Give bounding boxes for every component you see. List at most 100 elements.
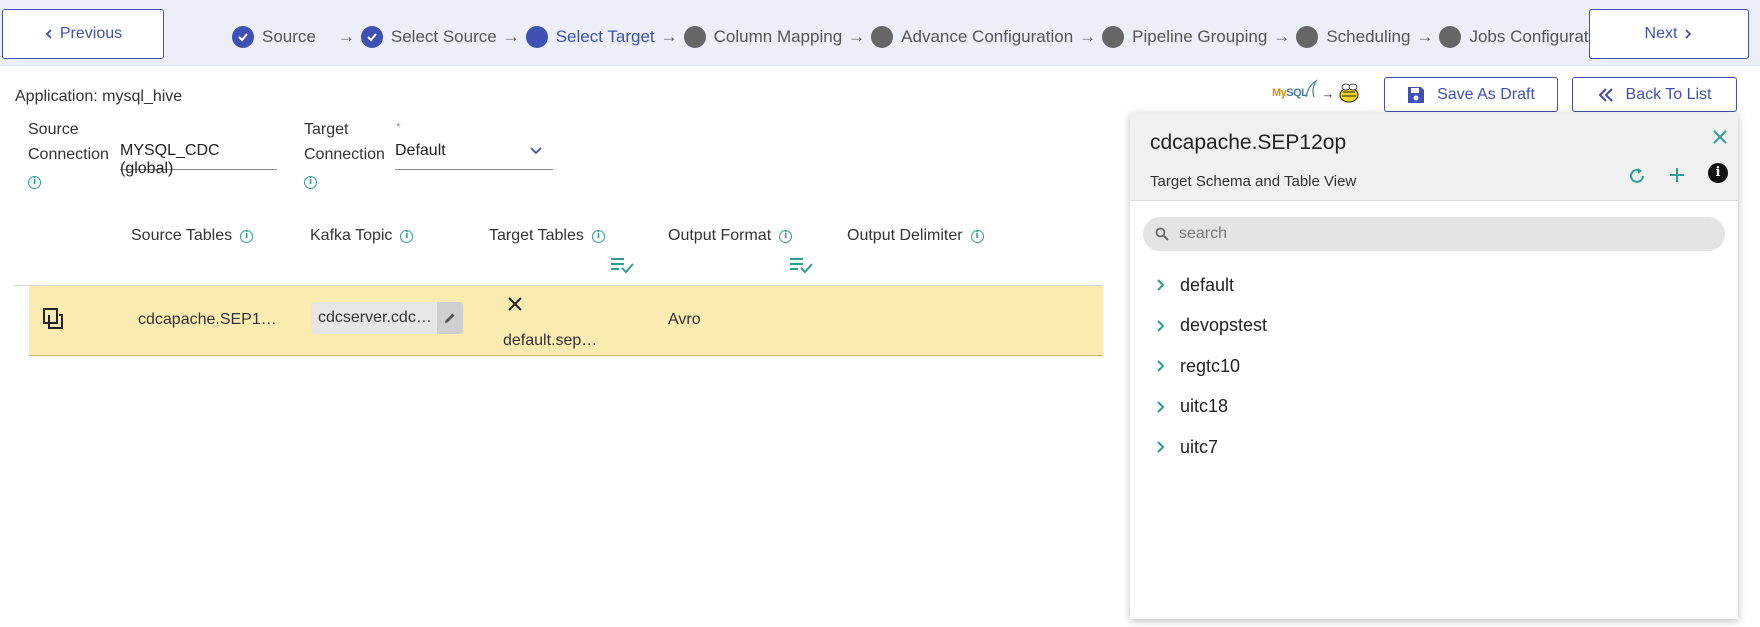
save-as-draft-button[interactable]: Save As Draft — [1384, 77, 1558, 112]
source-connection-label: Source Connection i — [28, 117, 109, 192]
pending-step-dot-icon — [1102, 26, 1125, 48]
arrow-right-icon: → — [660, 27, 678, 46]
source-label-line1: Source — [28, 121, 79, 138]
arrow-right-icon: → — [848, 27, 866, 46]
next-button[interactable]: Next — [1589, 9, 1749, 59]
back-to-list-button[interactable]: Back To List — [1572, 77, 1737, 112]
step-source[interactable]: Source — [232, 26, 316, 48]
header-label: Target Tables — [489, 227, 584, 244]
arrow-right-icon: → — [1079, 27, 1097, 46]
panel-header: cdcapache.SEP12op Target Schema and Tabl… — [1130, 113, 1738, 201]
source-label-line2: Connection — [28, 146, 109, 163]
schema-search[interactable] — [1143, 217, 1725, 251]
arrow-right-icon: → — [337, 27, 355, 46]
info-icon[interactable]: i — [1708, 163, 1728, 183]
table-row[interactable]: cdcapache.SEP1… cdcserver.cdc… default.s… — [29, 286, 1103, 356]
tree-item-uitc18[interactable]: uitc18 — [1156, 387, 1267, 428]
info-icon[interactable]: i — [240, 229, 254, 243]
tree-item-regtc10[interactable]: regtc10 — [1156, 346, 1267, 387]
arrow-right-icon: → — [1416, 27, 1434, 46]
info-icon[interactable]: i — [400, 229, 414, 243]
check-circle-icon — [232, 26, 254, 48]
chevron-right-icon — [1157, 320, 1165, 332]
previous-label: Previous — [59, 25, 123, 42]
bulk-apply-icon[interactable] — [789, 256, 813, 274]
step-select-target[interactable]: Select Target — [525, 26, 655, 48]
step-label: Advance Configuration — [901, 27, 1074, 46]
kafka-topic-chip[interactable]: cdcserver.cdc… — [311, 302, 464, 334]
step-label: Scheduling — [1326, 27, 1411, 46]
required-marker: * — [396, 120, 401, 134]
output-format-cell: Avro — [668, 311, 701, 328]
panel-subtitle: Target Schema and Table View — [1150, 173, 1357, 190]
header-output-delimiter: Output Delimiter i — [847, 227, 984, 245]
target-table-cell[interactable]: default.sep… — [503, 332, 597, 350]
step-label: Column Mapping — [713, 27, 843, 46]
chevron-right-icon — [1157, 441, 1165, 453]
schema-tree: default devopstest regtc10 uitc18 uitc7 — [1156, 265, 1267, 468]
save-as-draft-label: Save As Draft — [1437, 85, 1535, 103]
save-icon — [1408, 86, 1425, 103]
step-jobs-configuration[interactable]: Jobs Configuration — [1439, 26, 1611, 48]
tree-item-label: devopstest — [1180, 315, 1268, 336]
header-label: Source Tables — [131, 227, 233, 244]
arrow-right-icon: → — [1273, 27, 1291, 46]
step-pipeline-grouping[interactable]: Pipeline Grouping — [1102, 26, 1267, 48]
refresh-icon[interactable] — [1627, 166, 1647, 186]
arrow-right-icon: → — [1321, 85, 1335, 101]
tree-item-label: uitc18 — [1180, 396, 1229, 417]
search-input[interactable] — [1179, 225, 1699, 243]
search-icon — [1155, 227, 1169, 241]
target-connection-label: Target Connection i — [304, 117, 385, 192]
info-icon[interactable]: i — [591, 229, 605, 243]
tree-item-default[interactable]: default — [1156, 265, 1267, 306]
copy-icon[interactable] — [42, 307, 64, 331]
info-icon[interactable]: i — [304, 176, 317, 189]
pending-step-dot-icon — [1296, 26, 1319, 48]
pending-step-dot-icon — [1439, 26, 1462, 48]
target-schema-panel: cdcapache.SEP12op Target Schema and Tabl… — [1130, 113, 1738, 619]
header-target-tables: Target Tables i — [489, 227, 605, 245]
dolphin-icon — [1305, 79, 1318, 98]
target-label-line2: Connection — [304, 146, 385, 163]
source-connection-field[interactable]: MYSQL_CDC (global) — [120, 140, 277, 177]
tree-item-label: regtc10 — [1180, 355, 1241, 376]
tree-item-label: default — [1180, 274, 1235, 295]
chevron-right-icon — [1685, 29, 1692, 39]
bulk-apply-icon[interactable] — [610, 256, 634, 274]
check-circle-icon — [360, 26, 383, 48]
header-kafka-topic: Kafka Topic i — [310, 227, 414, 245]
step-label: Source — [262, 27, 316, 46]
tree-item-uitc7[interactable]: uitc7 — [1156, 427, 1267, 468]
header-label: Kafka Topic — [310, 227, 393, 244]
step-scheduling[interactable]: Scheduling — [1296, 26, 1410, 48]
edit-pencil-icon[interactable] — [437, 302, 463, 334]
previous-button[interactable]: Previous — [2, 9, 164, 59]
header-label: Output Format — [668, 227, 772, 244]
info-icon[interactable]: i — [970, 229, 984, 243]
step-label: Pipeline Grouping — [1132, 27, 1268, 46]
target-label-line1: Target — [304, 121, 349, 138]
step-column-mapping[interactable]: Column Mapping — [683, 26, 843, 48]
step-select-source[interactable]: Select Source — [360, 26, 497, 48]
mysql-logo: MySQL — [1272, 87, 1308, 99]
step-advance-configuration[interactable]: Advance Configuration — [871, 26, 1073, 48]
clear-target-icon[interactable] — [507, 296, 523, 312]
chevron-right-icon — [1157, 401, 1165, 413]
info-icon[interactable]: i — [28, 176, 41, 189]
chevron-right-icon — [1157, 360, 1165, 372]
kafka-topic-value: cdcserver.cdc… — [318, 309, 432, 326]
chevron-down-icon — [530, 147, 542, 155]
close-icon[interactable] — [1712, 129, 1728, 145]
source-table-cell: cdcapache.SEP1… — [138, 311, 277, 328]
info-icon[interactable]: i — [779, 229, 793, 243]
step-label: Select Source — [390, 27, 497, 46]
target-connection-select[interactable]: Default — [395, 140, 553, 170]
steps-list: Source → Select Source → Select Target →… — [232, 24, 1611, 50]
header-source-tables: Source Tables i — [131, 227, 254, 245]
tree-item-devopstest[interactable]: devopstest — [1156, 306, 1267, 347]
add-icon[interactable] — [1668, 166, 1686, 184]
pending-step-dot-icon — [871, 26, 894, 48]
connector-logos: MySQL → — [1272, 79, 1361, 104]
chevron-left-icon — [45, 29, 52, 39]
